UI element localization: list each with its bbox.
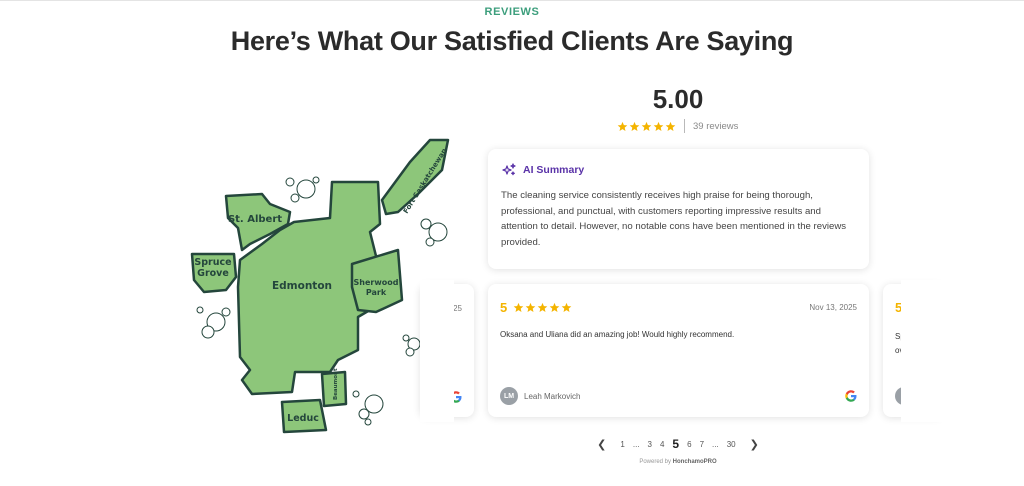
- map-label-grove: Grove: [197, 268, 229, 279]
- page-link[interactable]: 3: [644, 440, 656, 449]
- star-icon: [525, 302, 536, 312]
- star-icon: [617, 121, 628, 131]
- map-label-beaumont: Beaumont: [333, 368, 339, 400]
- page-link[interactable]: 1: [616, 440, 628, 449]
- review-author: LM Leah Markovich: [500, 387, 580, 405]
- ai-summary-card: AI Summary The cleaning service consiste…: [488, 149, 869, 269]
- avatar: LM: [500, 387, 518, 405]
- average-rating: 5.00: [652, 84, 704, 114]
- page-ellipsis: ...: [712, 439, 719, 449]
- reviews-count[interactable]: 39 reviews: [693, 121, 738, 132]
- page-link[interactable]: 4: [656, 440, 668, 449]
- service-area-map: St. Albert Spruce Grove Edmonton Sherwoo…: [190, 138, 450, 434]
- page-link[interactable]: 30: [723, 440, 740, 449]
- map-label-edmonton: Edmonton: [272, 280, 332, 292]
- carousel-mask-right: [901, 280, 961, 422]
- powered-by: Powered by HonchamoPRO: [578, 459, 778, 465]
- section-eyebrow: REVIEWS: [484, 6, 540, 18]
- star-icon: [653, 121, 664, 131]
- rating-divider: [684, 119, 685, 133]
- star-icon: [549, 302, 560, 312]
- chevron-right-icon[interactable]: ❯: [740, 438, 769, 451]
- rating-summary-row: 39 reviews: [617, 119, 738, 133]
- review-text: Oksana and Uliana did an amazing job! Wo…: [500, 330, 735, 339]
- author-name: Leah Markovich: [524, 391, 581, 401]
- review-date: 25: [453, 304, 462, 313]
- map-label-spruce: Spruce: [194, 257, 231, 268]
- star-icon: [561, 302, 572, 312]
- map-label-sherwood: Sherwood: [354, 278, 399, 287]
- map-label-leduc: Leduc: [287, 413, 319, 424]
- powered-by-prefix: Powered by: [639, 459, 671, 465]
- review-date: Nov 13, 2025: [809, 303, 857, 312]
- map-label-park: Park: [366, 288, 387, 297]
- star-icon: [513, 302, 524, 312]
- star-icon: [641, 121, 652, 131]
- google-icon: [845, 390, 857, 402]
- ai-summary-title: AI Summary: [523, 164, 585, 176]
- chevron-left-icon[interactable]: ❮: [587, 438, 616, 451]
- review-score: 5: [500, 300, 508, 315]
- map-label-st-albert: St. Albert: [228, 214, 282, 225]
- top-divider: [0, 0, 1024, 1]
- powered-by-brand[interactable]: HonchamoPRO: [673, 459, 717, 465]
- pagination: ❮ 1 ... 3 4 5 6 7 ... 30 ❯: [578, 437, 778, 451]
- page-link[interactable]: 7: [696, 440, 708, 449]
- page-link[interactable]: 6: [683, 440, 695, 449]
- review-card[interactable]: 5 Nov 13, 2025 Oksana and Uliana did an …: [488, 284, 869, 417]
- star-icon: [537, 302, 548, 312]
- page-link-active[interactable]: 5: [668, 437, 683, 451]
- ai-summary-text: The cleaning service consistently receiv…: [501, 190, 847, 248]
- sparkle-icon: [502, 163, 516, 176]
- carousel-mask-left: [420, 280, 454, 422]
- page-ellipsis: ...: [632, 439, 640, 449]
- star-icon: [665, 121, 676, 131]
- star-icon: [629, 121, 640, 131]
- rating-stars: [617, 121, 676, 132]
- section-headline: Here’s What Our Satisfied Clients Are Sa…: [230, 26, 794, 56]
- review-stars: [513, 302, 572, 313]
